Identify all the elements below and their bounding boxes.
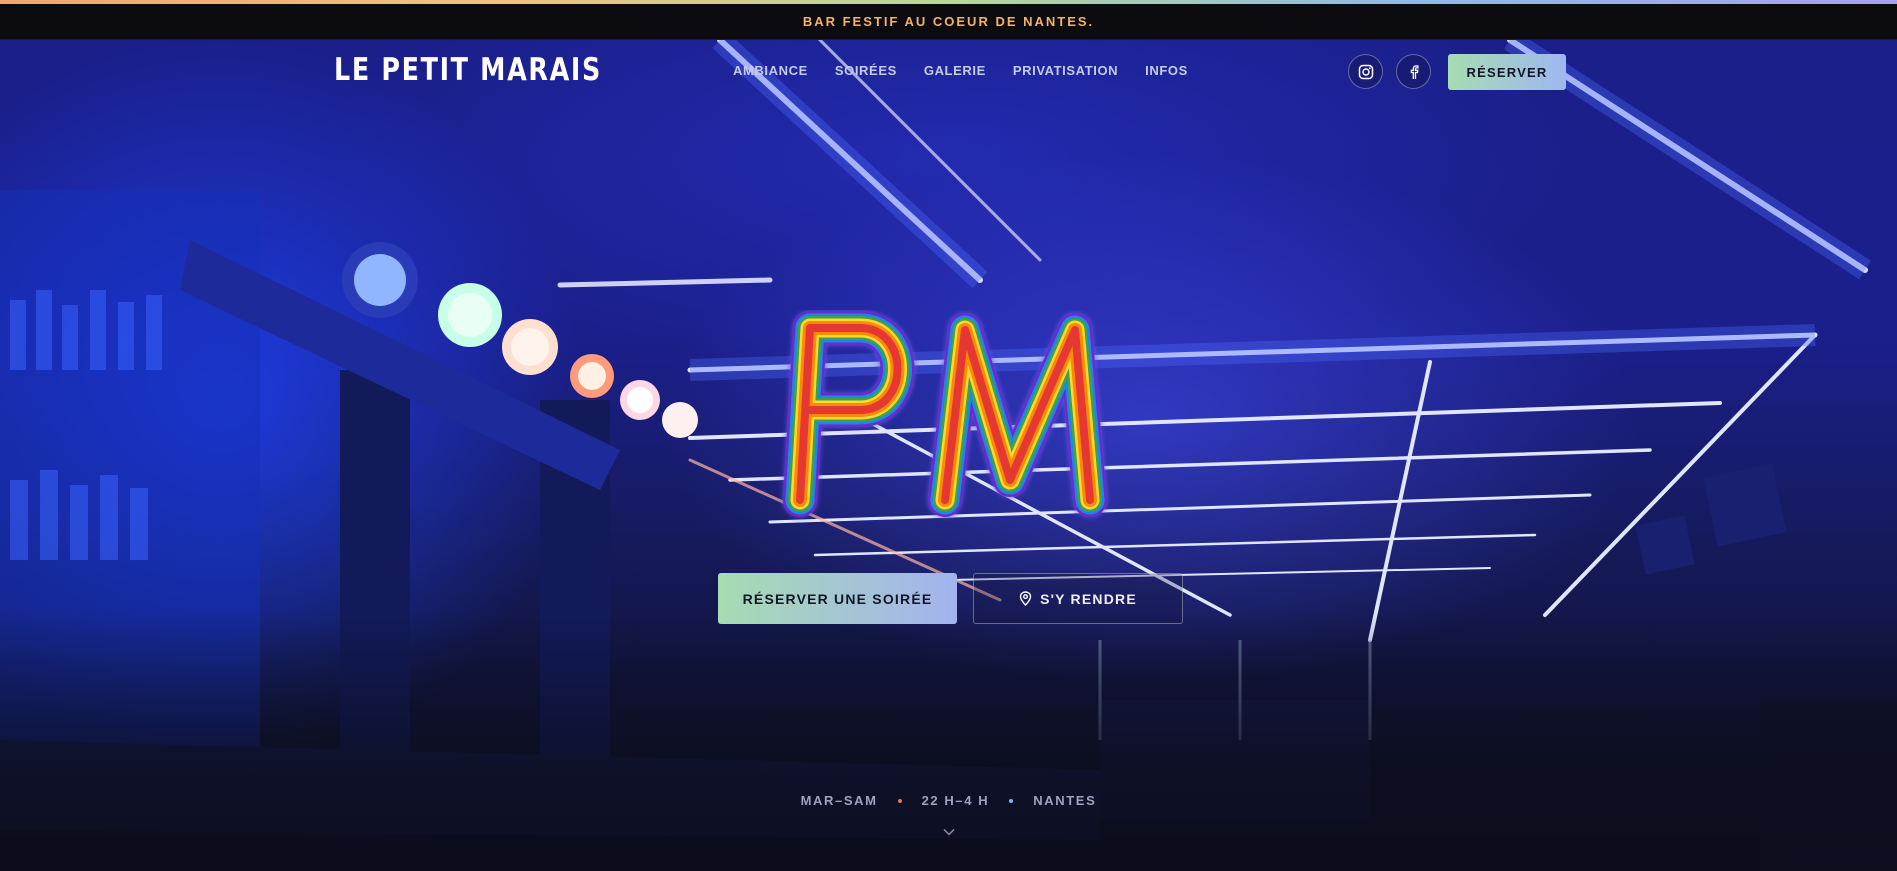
separator-dot: [1009, 798, 1014, 803]
nav-item-soirees[interactable]: SOIRÉES: [835, 63, 897, 78]
directions-label: S'Y RENDRE: [1040, 590, 1137, 607]
nav-item-privatisation[interactable]: PRIVATISATION: [1013, 63, 1118, 78]
separator-dot: [897, 798, 902, 803]
announcement-text: BAR FESTIF AU COEUR DE NANTES.: [802, 14, 1095, 29]
reserve-evening-button[interactable]: RÉSERVER UNE SOIRÉE: [718, 573, 957, 624]
hero-section: [0, 40, 1897, 871]
nav-item-galerie[interactable]: GALERIE: [924, 63, 986, 78]
main-navigation: LE PETIT MARAIS AMBIANCE SOIRÉES GALERIE…: [0, 40, 1897, 104]
facebook-icon: [1410, 64, 1419, 79]
instagram-icon: [1358, 64, 1373, 79]
neon-pm-logo: [783, 311, 1107, 517]
opening-days: MAR–SAM: [800, 793, 878, 808]
opening-hours: 22 H–4 H: [921, 793, 990, 808]
site-logo[interactable]: LE PETIT MARAIS: [334, 52, 602, 88]
instagram-button[interactable]: [1348, 54, 1383, 89]
location-city: NANTES: [1033, 793, 1097, 808]
facebook-button[interactable]: [1396, 54, 1431, 89]
announcement-bar: BAR FESTIF AU COEUR DE NANTES.: [0, 4, 1897, 40]
neon-pm-sign: [770, 310, 1130, 530]
scroll-down-chevron-icon[interactable]: [942, 824, 956, 842]
directions-button[interactable]: S'Y RENDRE: [973, 573, 1183, 624]
nav-item-infos[interactable]: INFOS: [1145, 63, 1188, 78]
opening-info: MAR–SAM 22 H–4 H NANTES: [0, 793, 1897, 808]
reserve-button[interactable]: RÉSERVER: [1448, 54, 1566, 90]
nav-menu: AMBIANCE SOIRÉES GALERIE PRIVATISATION I…: [733, 63, 1215, 78]
reserve-evening-label: RÉSERVER UNE SOIRÉE: [742, 590, 933, 607]
nav-item-ambiance[interactable]: AMBIANCE: [733, 63, 808, 78]
map-pin-icon: [1019, 591, 1032, 606]
